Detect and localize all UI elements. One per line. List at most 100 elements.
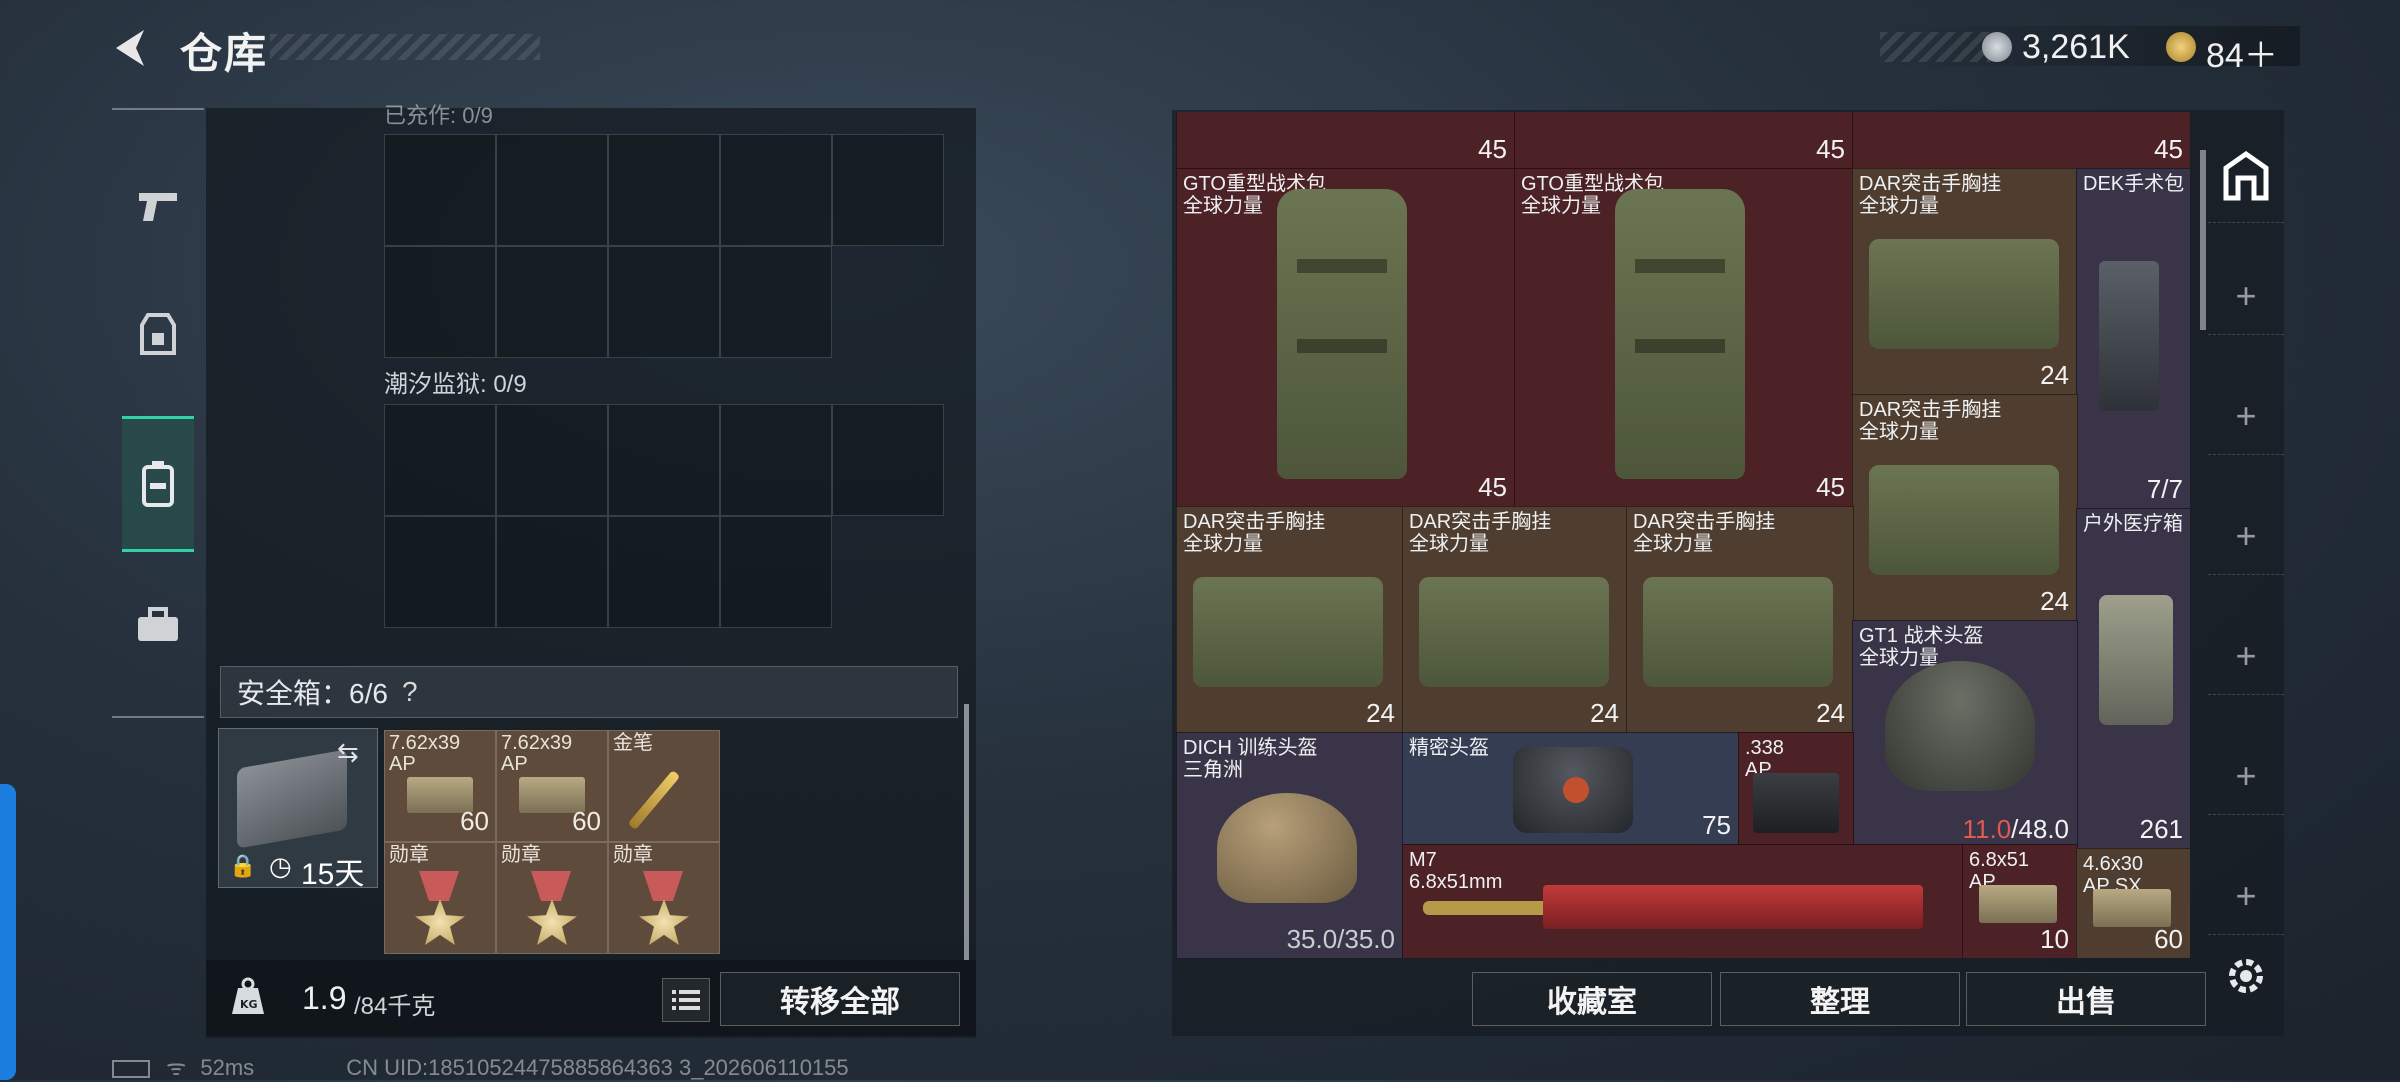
list-view-button[interactable] — [662, 978, 710, 1022]
safe-item-ammo[interactable]: 7.62x39 AP 60 — [384, 730, 496, 842]
page-title: 仓库 — [180, 30, 269, 77]
left-scrollbar[interactable] — [964, 704, 969, 960]
safe-box-label: 安全箱：6/6 — [237, 678, 388, 709]
gold-pen-image — [627, 769, 681, 831]
stash-item-gt1-helmet[interactable]: GT1 战术头盔 全球力量 11.0/48.0 — [1852, 620, 2078, 850]
clock-icon: ◷ — [269, 851, 292, 881]
chest-rig-image — [1193, 577, 1383, 687]
settings-gear-icon[interactable] — [2224, 954, 2268, 998]
status-bar: ᯤ 52ms CN UID:18510524475885864363 3_202… — [112, 1052, 849, 1082]
add-stash-tab-button[interactable]: + — [2208, 498, 2284, 575]
safe-item-gold-pen[interactable]: 金笔 — [608, 730, 720, 842]
category-nav — [112, 108, 204, 718]
transfer-all-button[interactable]: 转移全部 — [720, 972, 960, 1026]
stash-item-outdoor-medkit[interactable]: 户外医疗箱 261 — [2076, 508, 2190, 850]
stash-item-gto-backpack[interactable]: GTO重型战术包 全球力量 45 — [1514, 168, 1854, 508]
medal-ribbon — [643, 871, 683, 901]
stash-item-338-ammo[interactable]: .338 AP — [1738, 732, 1854, 846]
stash-item-gto-backpack[interactable]: GTO重型战术包 全球力量 45 — [1176, 168, 1516, 508]
stash-grid[interactable]: 45 45 45 GTO重型战术包 全球力量 45 GTO重型战术包 全球力量 … — [1176, 112, 2190, 958]
side-drawer-handle[interactable] — [0, 784, 16, 1080]
stash-item-dek-surgery-kit[interactable]: DEK手术包 7/7 — [2076, 168, 2190, 510]
stash-item-dar-chest-rig[interactable]: DAR突击手胸挂 全球力量 24 — [1626, 506, 1854, 734]
container-label: 已充作: 0/9 — [384, 103, 493, 128]
add-stash-tab-button[interactable]: + — [2208, 258, 2284, 335]
collection-room-button[interactable]: 收藏室 — [1472, 972, 1712, 1026]
stash-tab-main[interactable] — [2208, 130, 2284, 223]
medal-ribbon — [531, 871, 571, 901]
stash-tabs: + + + + + + — [2208, 110, 2284, 970]
nav-armor[interactable] — [122, 290, 194, 380]
silver-currency-amount: 3,261K — [2022, 28, 2130, 66]
backpack-image — [1615, 189, 1745, 479]
stash-item-6.8x51-ammo[interactable]: 6.8x51 AP 10 — [1962, 844, 2078, 958]
chest-rig-image — [1643, 577, 1833, 687]
container-grid-1[interactable] — [384, 134, 944, 358]
currency-decoration — [1880, 32, 1990, 62]
ammo-box-image — [2093, 889, 2171, 927]
ping-value: 52ms — [200, 1055, 255, 1080]
stash-item-dar-chest-rig[interactable]: DAR突击手胸挂 全球力量 24 — [1402, 506, 1628, 734]
back-arrow-icon[interactable] — [110, 26, 154, 70]
gold-currency-amount[interactable]: 84＋ — [2206, 28, 2278, 77]
container-grid-2[interactable] — [384, 404, 944, 628]
rifle-image — [1543, 885, 1923, 929]
lock-icon: 🔒 — [229, 853, 257, 878]
battery-icon — [112, 1060, 150, 1079]
stash-scrollbar[interactable] — [2200, 150, 2206, 330]
add-stash-tab-button[interactable]: + — [2208, 858, 2284, 935]
medal-star — [639, 899, 689, 945]
medal-star — [415, 899, 465, 945]
stash-item-partial[interactable]: 45 — [1176, 112, 1516, 170]
add-stash-tab-button[interactable]: + — [2208, 378, 2284, 455]
safe-box-image — [237, 749, 347, 849]
add-stash-tab-button[interactable]: + — [2208, 738, 2284, 815]
nav-weapons[interactable] — [122, 160, 194, 250]
safe-box-header: 安全箱：6/6 ? — [220, 666, 958, 718]
sell-button[interactable]: 出售 — [1966, 972, 2206, 1026]
stash-item-precision-helmet[interactable]: 精密头盔 75 — [1402, 732, 1740, 846]
weight-current: 1.9 — [302, 980, 347, 1016]
safe-item-ammo[interactable]: 7.62x39 AP 60 — [496, 730, 608, 842]
swap-icon[interactable]: ⇆ — [337, 737, 359, 768]
safe-item-medal[interactable]: 勋章 — [608, 842, 720, 954]
safe-item-medal[interactable]: 勋章 — [496, 842, 608, 954]
safe-box-duration: 15天 — [301, 858, 365, 891]
weight-max: /84千克 — [354, 993, 436, 1020]
stash-item-dar-chest-rig[interactable]: DAR突击手胸挂 全球力量 24 — [1852, 394, 2078, 622]
toolbox-icon — [138, 607, 178, 641]
help-icon[interactable]: ? — [402, 676, 418, 708]
pistol-icon — [139, 193, 177, 221]
backpack-image — [1277, 189, 1407, 479]
stash-item-dar-chest-rig[interactable]: DAR突击手胸挂 全球力量 24 — [1852, 168, 2078, 396]
medkit-image — [2099, 595, 2173, 725]
gold-coin-icon — [2166, 32, 2196, 62]
stash-item-partial[interactable]: 45 — [1852, 112, 2190, 170]
medal-star — [527, 899, 577, 945]
helmet-image — [1217, 793, 1357, 903]
helmet-image — [1885, 661, 2035, 791]
chest-rig-image — [1869, 465, 2059, 575]
ammo-box-image — [1979, 885, 2057, 923]
title-decoration — [270, 34, 540, 60]
list-icon — [672, 990, 700, 1010]
safe-item-medal[interactable]: 勋章 — [384, 842, 496, 954]
stash-item-4.6x30-ammo[interactable]: 4.6x30 AP SX 60 — [2076, 848, 2190, 958]
nav-backpacks[interactable] — [122, 416, 194, 552]
stash-item-dar-chest-rig[interactable]: DAR突击手胸挂 全球力量 24 — [1176, 506, 1404, 734]
medal-ribbon — [419, 871, 459, 901]
stash-item-m7-rifle[interactable]: M7 6.8x51mm — [1402, 844, 1964, 958]
add-stash-tab-button[interactable]: + — [2208, 618, 2284, 695]
sort-button[interactable]: 整理 — [1720, 972, 1960, 1026]
safe-box[interactable]: ⇆ 🔒 ◷ 15天 — [218, 728, 378, 891]
silver-coin-icon — [1982, 32, 2012, 62]
stash-item-dich-helmet[interactable]: DICH 训练头盔 三角洲 35.0/35.0 — [1176, 732, 1404, 958]
chest-rig-image — [1419, 577, 1609, 687]
user-uid: CN UID:18510524475885864363 3_2026061101… — [346, 1055, 849, 1080]
chest-rig-image — [1869, 239, 2059, 349]
weight-icon: KG — [228, 976, 268, 1016]
stash-item-partial[interactable]: 45 — [1514, 112, 1854, 170]
svg-text:KG: KG — [240, 998, 258, 1011]
nav-toolbox[interactable] — [122, 580, 194, 670]
rifle-suppressor — [1423, 901, 1553, 915]
